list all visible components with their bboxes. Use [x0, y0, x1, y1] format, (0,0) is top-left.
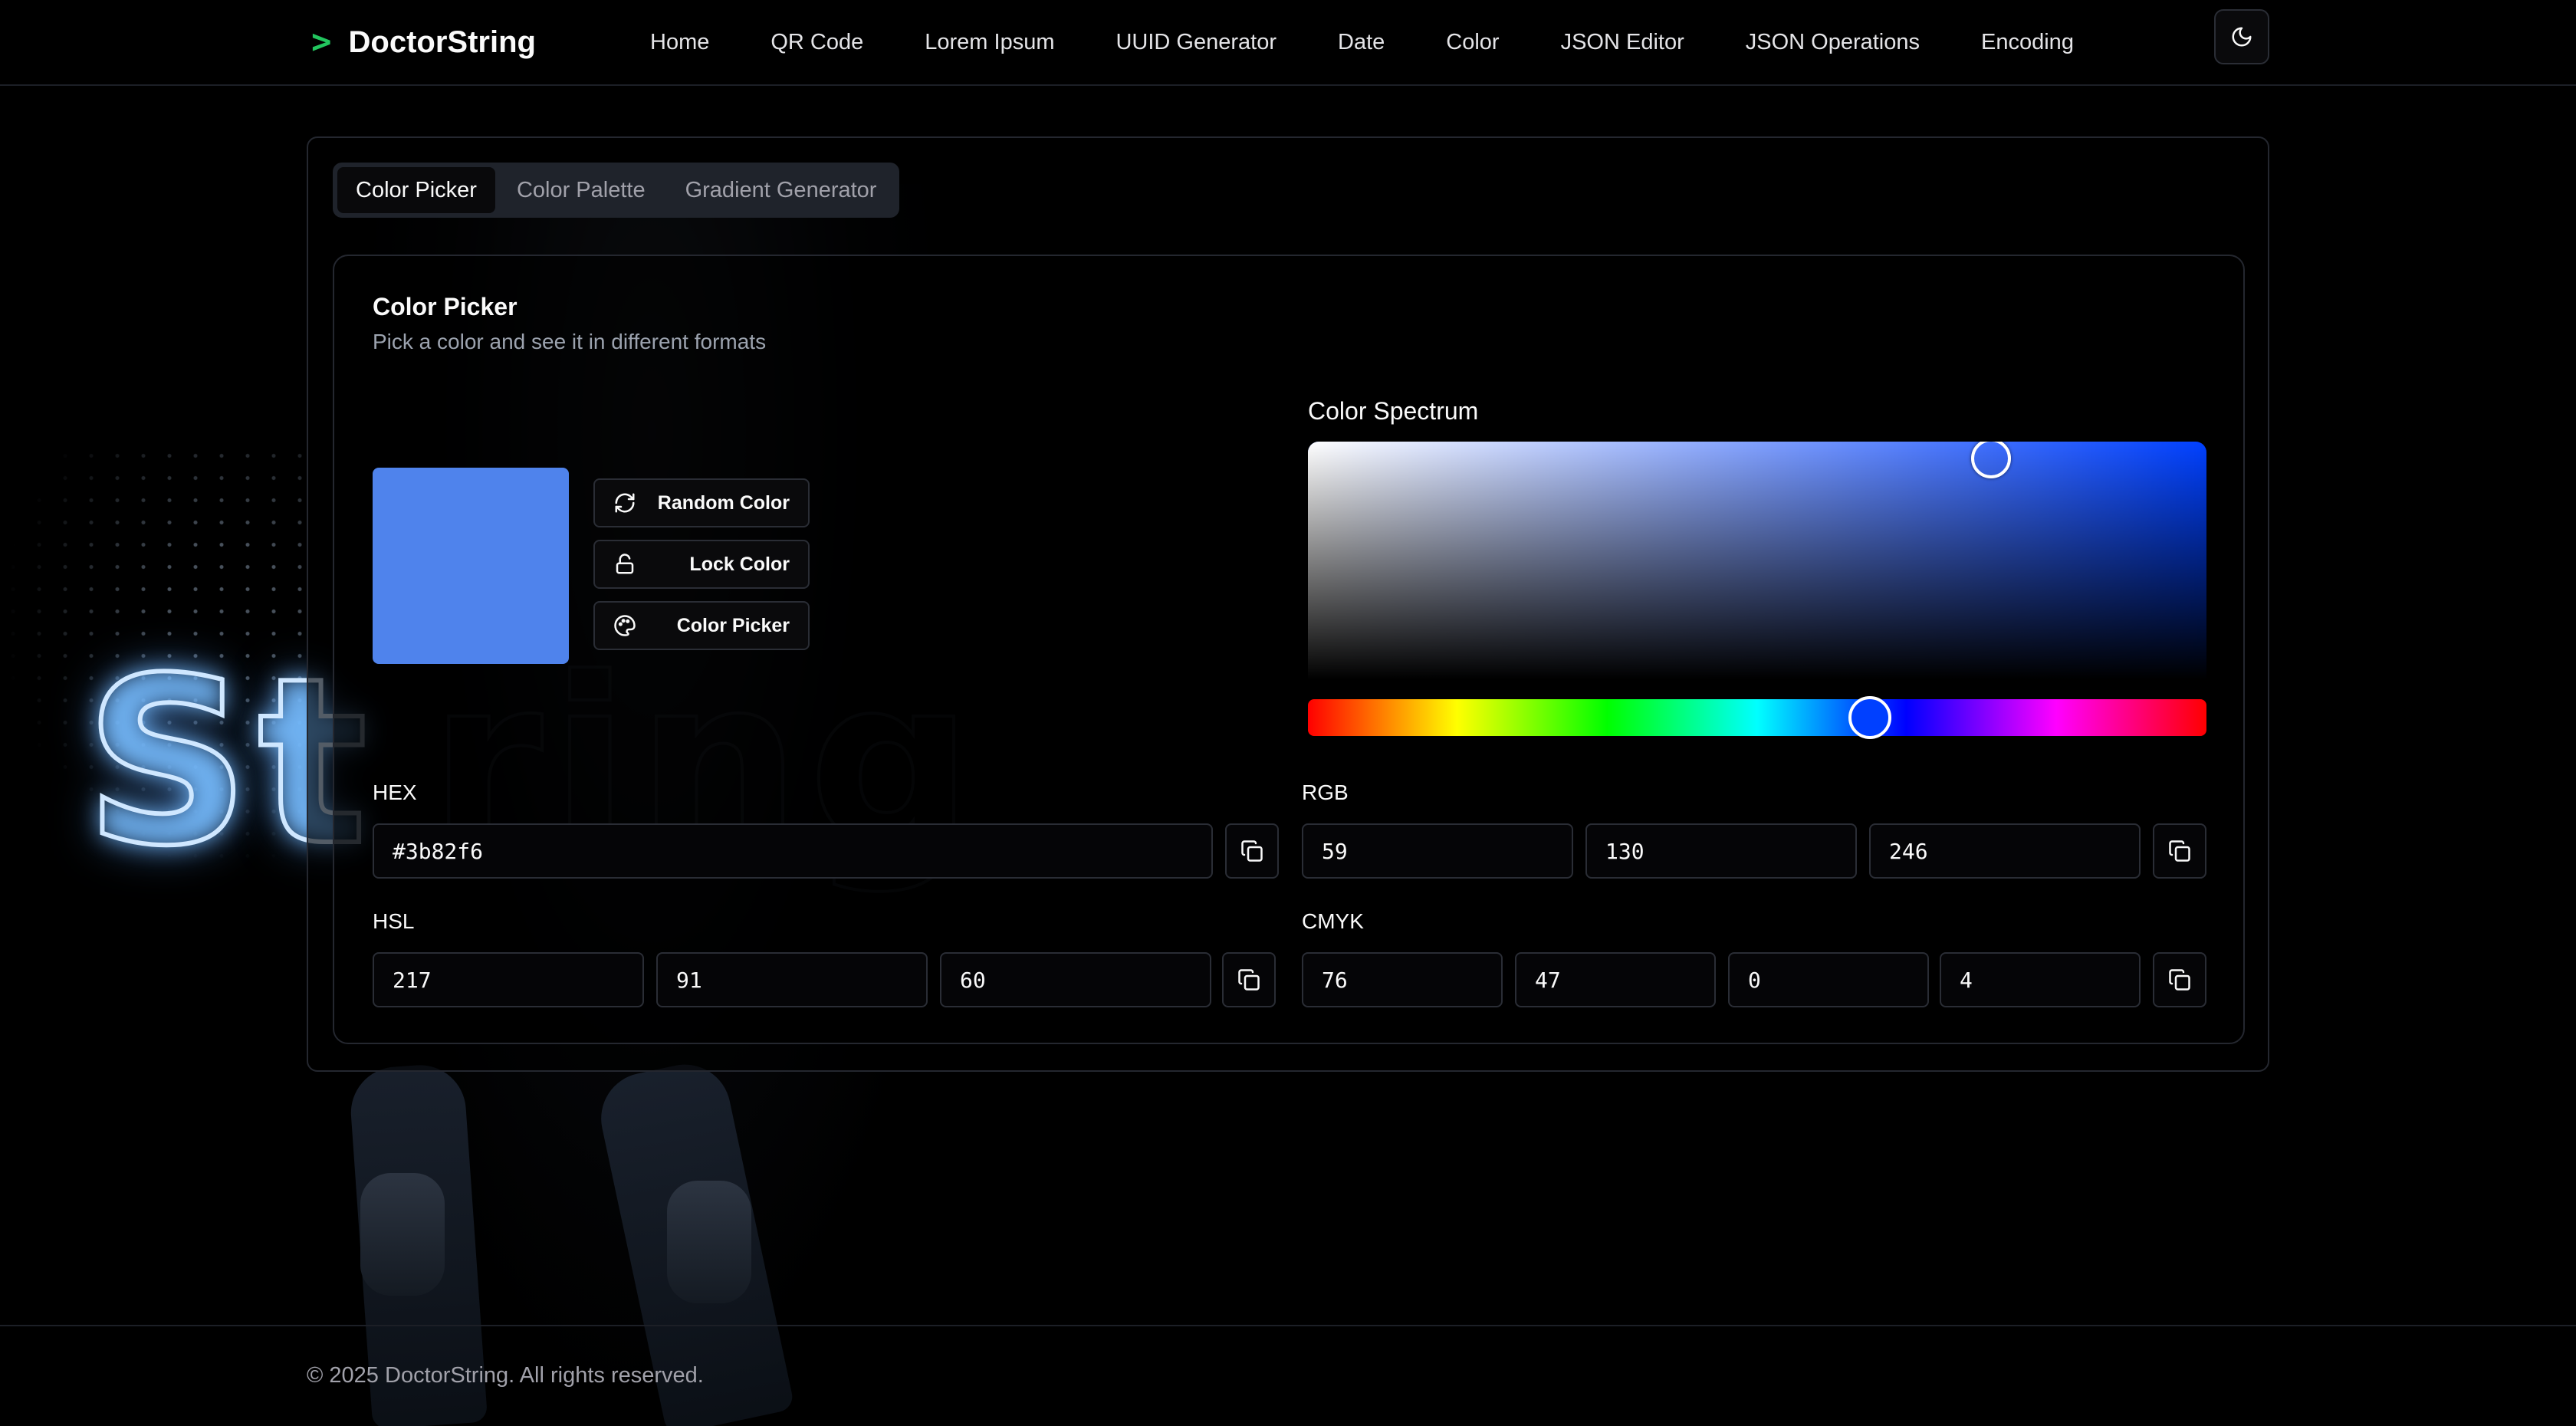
brand-logo[interactable]: > DoctorString: [311, 17, 536, 67]
nav-link-color[interactable]: Color: [1446, 30, 1499, 55]
tab-list: Color Picker Color Palette Gradient Gene…: [333, 163, 900, 218]
lock-color-label: Lock Color: [689, 553, 790, 575]
rgb-label: RGB: [1302, 780, 1349, 804]
card-subtitle: Pick a color and see it in different for…: [373, 330, 767, 353]
hue-handle[interactable]: [1848, 696, 1891, 739]
spectrum-black-layer: [1308, 442, 2206, 679]
page-footer: © 2025 DoctorString. All rights reserved…: [0, 1325, 2576, 1426]
brand-name: DoctorString: [348, 25, 536, 59]
copy-icon: [2169, 840, 2190, 862]
nav-link-uuid-generator[interactable]: UUID Generator: [1116, 30, 1276, 55]
cmyk-m-input[interactable]: 47: [1515, 952, 1716, 1007]
cmyk-y-input[interactable]: 0: [1728, 952, 1929, 1007]
hex-label: HEX: [373, 780, 417, 804]
copy-cmyk-button[interactable]: [2153, 952, 2206, 1007]
palette-icon: [614, 615, 636, 636]
color-picker-label: Color Picker: [676, 614, 790, 636]
copy-icon: [1238, 969, 1260, 991]
copy-hex-button[interactable]: [1225, 823, 1279, 879]
tab-color-picker[interactable]: Color Picker: [337, 167, 495, 213]
nav-link-qr-code[interactable]: QR Code: [770, 30, 863, 55]
nav-link-home[interactable]: Home: [650, 30, 709, 55]
tab-gradient-generator[interactable]: Gradient Generator: [667, 167, 895, 213]
color-tool-container: Color Picker Color Palette Gradient Gene…: [307, 136, 2269, 1072]
nav-link-lorem-ipsum[interactable]: Lorem Ipsum: [925, 30, 1054, 55]
cmyk-c-input[interactable]: 76: [1302, 952, 1503, 1007]
rgb-g-input[interactable]: 130: [1585, 823, 1857, 879]
copy-icon: [1241, 840, 1263, 862]
card-title: Color Picker: [373, 293, 518, 320]
hex-input[interactable]: #3b82f6: [373, 823, 1213, 879]
nav-link-encoding[interactable]: Encoding: [1981, 30, 2074, 55]
spectrum-label: Color Spectrum: [1308, 397, 1479, 425]
hsl-label: HSL: [373, 909, 415, 933]
rgb-b-input[interactable]: 246: [1869, 823, 2141, 879]
hsl-l-input[interactable]: 60: [940, 952, 1211, 1007]
knee-pad-left: [360, 1173, 445, 1296]
hsl-s-input[interactable]: 91: [656, 952, 928, 1007]
theme-toggle-button[interactable]: [2214, 9, 2269, 64]
nav-link-json-editor[interactable]: JSON Editor: [1561, 30, 1684, 55]
nav-link-date[interactable]: Date: [1338, 30, 1385, 55]
color-swatch: [373, 468, 569, 664]
refresh-icon: [615, 493, 635, 513]
hue-slider[interactable]: [1308, 696, 2206, 739]
saturation-value-area[interactable]: [1308, 442, 2206, 679]
lock-color-button[interactable]: Lock Color: [593, 540, 810, 589]
cmyk-label: CMYK: [1302, 909, 1364, 933]
copyright-text: © 2025 DoctorString. All rights reserved…: [307, 1363, 704, 1388]
random-color-button[interactable]: Random Color: [593, 478, 810, 527]
hsl-h-input[interactable]: 217: [373, 952, 644, 1007]
tab-color-palette[interactable]: Color Palette: [498, 167, 664, 213]
color-picker-card: Color Picker Pick a color and see it in …: [333, 255, 2245, 1044]
copy-hsl-button[interactable]: [1222, 952, 1276, 1007]
color-picker-button[interactable]: Color Picker: [593, 601, 810, 650]
top-navbar: > DoctorString Home QR Code Lorem Ipsum …: [0, 0, 2576, 86]
copy-rgb-button[interactable]: [2153, 823, 2206, 879]
cmyk-k-input[interactable]: 4: [1940, 952, 2141, 1007]
unlock-icon: [616, 554, 634, 574]
nav-link-json-operations[interactable]: JSON Operations: [1746, 30, 1920, 55]
main-nav: Home QR Code Lorem Ipsum UUID Generator …: [650, 17, 2135, 67]
knee-pad-right: [667, 1181, 751, 1303]
copy-icon: [2169, 969, 2190, 991]
moon-icon: [2232, 27, 2252, 47]
random-color-label: Random Color: [657, 491, 790, 514]
terminal-prompt-icon: >: [311, 22, 332, 61]
rgb-r-input[interactable]: 59: [1302, 823, 1573, 879]
